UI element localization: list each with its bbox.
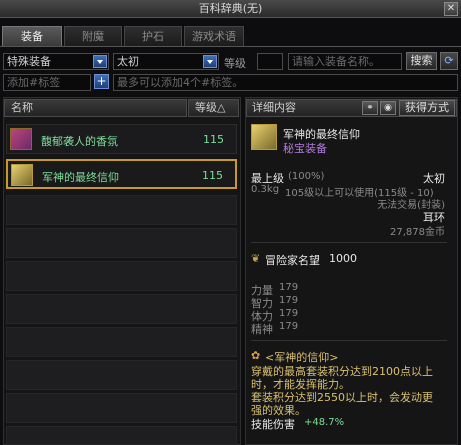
stat-value: 179 [279, 321, 299, 332]
list-item-empty [6, 195, 237, 225]
level-input[interactable] [257, 53, 283, 70]
skill-damage-value: +48.7% [304, 417, 345, 428]
type-select-value: 特殊装备 [7, 55, 51, 68]
type-select[interactable]: 特殊装备 [3, 53, 109, 70]
chevron-down-icon[interactable] [203, 55, 217, 68]
list-item-level: 115 [203, 133, 224, 146]
list-item-empty [6, 261, 237, 291]
tab-divider [0, 46, 461, 47]
list-item-empty [6, 327, 237, 357]
stat-value: 179 [279, 295, 299, 306]
col-level-label: 等级△ [195, 101, 226, 114]
earring-item-icon [251, 124, 277, 150]
list-item-empty [6, 393, 237, 423]
col-level-header[interactable]: 等级△ [188, 99, 239, 117]
earring-item-icon [11, 164, 33, 186]
stat-value: 179 [279, 308, 299, 319]
level-percent: (100%) [288, 171, 325, 182]
item-grade: 秘宝装备 [283, 142, 327, 155]
level-label: 等级 [224, 57, 246, 70]
stat-value: 179 [279, 282, 299, 293]
refresh-icon: ⟳ [444, 54, 454, 67]
tab-enchant[interactable]: 附魔 [64, 26, 122, 46]
search-input[interactable]: 请输入装备名称。 [288, 53, 402, 70]
laurel-icon: ❦ [251, 252, 261, 265]
tab-talisman[interactable]: 护石 [124, 26, 182, 46]
detail-header-title: 详细内容 [252, 101, 296, 114]
list-item-empty [6, 360, 237, 390]
skill-damage-label: 技能伤害 [251, 418, 295, 431]
list-item-selected[interactable]: 军神的最终信仰 115 [6, 159, 237, 189]
tab-equipment[interactable]: 装备 [2, 26, 62, 46]
perfume-item-icon [10, 128, 32, 150]
renown-divider [251, 242, 447, 243]
set-divider [251, 340, 447, 341]
window-title: 百科辞典(无) [0, 0, 461, 18]
list-item-level: 115 [202, 169, 223, 182]
list-item-name: 馥郁袭人的香氛 [41, 135, 118, 148]
source-select[interactable]: 太初 [113, 53, 219, 70]
search-button[interactable]: 搜索 [406, 52, 437, 70]
compare-icon[interactable]: ⚭ [362, 101, 378, 115]
acquire-method-button[interactable]: 获得方式 [399, 100, 455, 116]
renown-value: 1000 [329, 252, 357, 265]
add-tag-button[interactable]: + [94, 74, 109, 89]
tag-input[interactable]: 添加#标签 [3, 74, 91, 91]
source-select-value: 太初 [117, 55, 139, 68]
renown-label: 冒险家名望 [265, 254, 320, 267]
refresh-button[interactable]: ⟳ [440, 52, 458, 70]
col-name-header[interactable]: 名称 [4, 99, 187, 117]
col-name-label: 名称 [11, 101, 33, 114]
weight: 0.3kg [251, 184, 280, 195]
tag-hint: 最多可以添加4个#标签。 [113, 74, 458, 91]
list-item[interactable]: 馥郁袭人的香氛 115 [6, 124, 237, 154]
list-item-empty [6, 426, 237, 445]
stat-name: 精神 [251, 323, 273, 336]
tab-glossary[interactable]: 游戏术语 [184, 26, 244, 46]
list-item-name: 军神的最终信仰 [42, 171, 119, 184]
view-icon[interactable]: ◉ [380, 101, 396, 115]
price: 27,878金币 [390, 227, 445, 238]
plus-icon: + [96, 74, 107, 88]
chevron-down-icon[interactable] [93, 55, 107, 68]
list-item-empty [6, 228, 237, 258]
list-item-empty [6, 294, 237, 324]
set-icon: ✿ [251, 349, 261, 362]
close-icon[interactable]: ✕ [444, 2, 458, 16]
